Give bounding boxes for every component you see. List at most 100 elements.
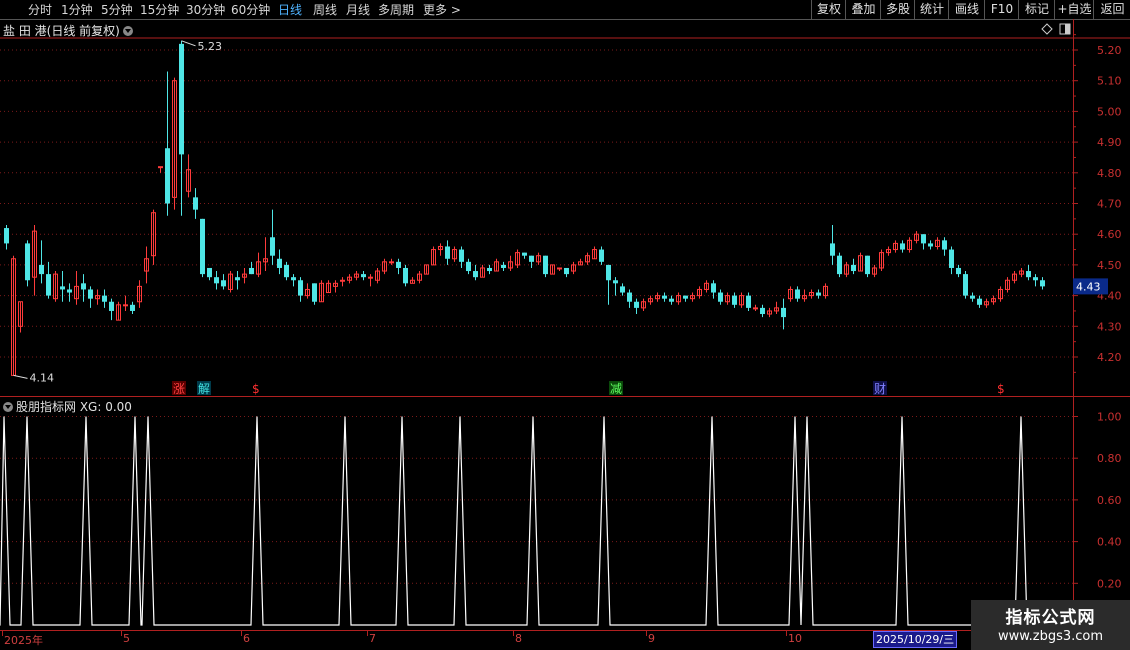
candle-body bbox=[921, 234, 926, 244]
candle-body bbox=[459, 249, 464, 262]
candle-body bbox=[284, 264, 289, 278]
candle-body bbox=[683, 295, 688, 299]
date-label: 8 bbox=[515, 632, 522, 645]
candle-body bbox=[221, 280, 226, 287]
candle-body bbox=[529, 255, 534, 262]
candle-body bbox=[445, 246, 450, 259]
indicator-line bbox=[0, 416, 1073, 626]
annotations: 5.23 4.14 bbox=[13, 40, 222, 384]
candle-body bbox=[123, 304, 128, 307]
indicator-axis-label: 0.80 bbox=[1097, 452, 1122, 465]
candle-body bbox=[214, 277, 219, 284]
candle-body bbox=[130, 304, 135, 311]
date-tick bbox=[786, 631, 787, 636]
price-chart[interactable]: 5.205.105.004.904.804.704.604.504.404.30… bbox=[0, 0, 1130, 650]
candle-body bbox=[599, 249, 604, 262]
price-axis-label: 4.90 bbox=[1097, 136, 1122, 149]
price-axis-label: 4.50 bbox=[1097, 259, 1122, 272]
candle-body bbox=[711, 283, 716, 293]
candle-body bbox=[816, 292, 821, 296]
candle-body bbox=[249, 267, 254, 275]
candle-body bbox=[963, 274, 968, 296]
date-tick bbox=[367, 631, 368, 636]
candle-body bbox=[522, 252, 527, 256]
current-price-label: 4.43 bbox=[1076, 280, 1101, 293]
candle-body bbox=[718, 292, 723, 302]
candle-body bbox=[949, 249, 954, 268]
site-watermark: 指标公式网 www.zbgs3.com bbox=[971, 600, 1130, 650]
date-tick bbox=[241, 631, 242, 636]
candle-body bbox=[88, 289, 93, 299]
price-axis-label: 4.80 bbox=[1097, 167, 1122, 180]
candle-body bbox=[389, 261, 394, 264]
date-tick bbox=[121, 631, 122, 636]
date-tick bbox=[2, 631, 3, 636]
candle-body bbox=[557, 267, 562, 270]
candle-body bbox=[669, 298, 674, 302]
chart-grid bbox=[0, 49, 1073, 584]
event-marker: 涨 bbox=[173, 381, 185, 396]
candle-body bbox=[613, 280, 618, 284]
price-axis-label: 4.30 bbox=[1097, 320, 1122, 333]
date-label: 5 bbox=[123, 632, 130, 645]
candle-body bbox=[781, 307, 786, 318]
layout-toggle-icon-fill bbox=[1065, 24, 1070, 34]
watermark-title: 指标公式网 bbox=[1005, 608, 1096, 628]
candle-body bbox=[277, 258, 282, 268]
candle-body bbox=[25, 243, 30, 281]
candle-body bbox=[298, 280, 303, 296]
event-marker: 减 bbox=[610, 382, 622, 396]
event-marker: 财 bbox=[874, 382, 886, 396]
indicator-axis-label: 0.60 bbox=[1097, 494, 1122, 507]
date-label: 6 bbox=[243, 632, 250, 645]
indicator-axis-label: 0.20 bbox=[1097, 577, 1122, 590]
indicator-menu-icon[interactable] bbox=[3, 402, 13, 412]
candle-body bbox=[193, 197, 198, 210]
candle-body bbox=[753, 307, 758, 310]
candle-body bbox=[487, 267, 492, 272]
candle-body bbox=[795, 289, 800, 299]
candle-body bbox=[543, 255, 548, 275]
date-label: 2025年 bbox=[4, 634, 43, 647]
candles bbox=[4, 40, 1045, 376]
low-pointer bbox=[13, 374, 28, 379]
candle-body bbox=[1040, 280, 1045, 287]
candle-body bbox=[109, 301, 114, 311]
diamond-icon bbox=[1041, 23, 1053, 35]
event-markers: 涨解 $ 减 财 $ bbox=[172, 381, 1005, 396]
event-marker: $ bbox=[997, 382, 1005, 396]
candle-body bbox=[1033, 277, 1038, 281]
candle-body bbox=[977, 298, 982, 305]
candle-body bbox=[368, 276, 373, 279]
candle-body bbox=[473, 271, 478, 278]
low-price-label: 4.14 bbox=[30, 371, 55, 384]
candle-body bbox=[179, 43, 184, 155]
candle-body bbox=[46, 274, 51, 296]
event-marker: 解 bbox=[198, 382, 210, 396]
candle-body bbox=[39, 264, 44, 275]
candle-body bbox=[851, 264, 856, 272]
candle-body bbox=[942, 240, 947, 250]
candle-body bbox=[235, 277, 240, 281]
candle-body bbox=[81, 283, 86, 290]
candle-body bbox=[60, 286, 65, 290]
candle-body bbox=[4, 228, 9, 244]
indicator-title: 股朋指标网 XG: 0.00 bbox=[16, 400, 132, 414]
candle-body bbox=[200, 218, 205, 275]
indicator-axis-label: 1.00 bbox=[1097, 411, 1122, 424]
candle-body bbox=[1026, 271, 1031, 278]
price-axis-label: 5.00 bbox=[1097, 105, 1122, 118]
candle-body bbox=[865, 255, 870, 275]
candle-body bbox=[361, 274, 366, 278]
candle-body bbox=[606, 264, 611, 281]
candle-body bbox=[662, 295, 667, 299]
candle-body bbox=[900, 243, 905, 250]
candle-body bbox=[207, 267, 212, 278]
candle-body bbox=[67, 289, 72, 293]
candle-body bbox=[830, 243, 835, 256]
price-axis-label: 4.70 bbox=[1097, 198, 1122, 211]
candle-body bbox=[928, 243, 933, 247]
candle-body bbox=[403, 267, 408, 284]
candle-body bbox=[340, 279, 345, 282]
price-axis-label: 4.20 bbox=[1097, 351, 1122, 364]
